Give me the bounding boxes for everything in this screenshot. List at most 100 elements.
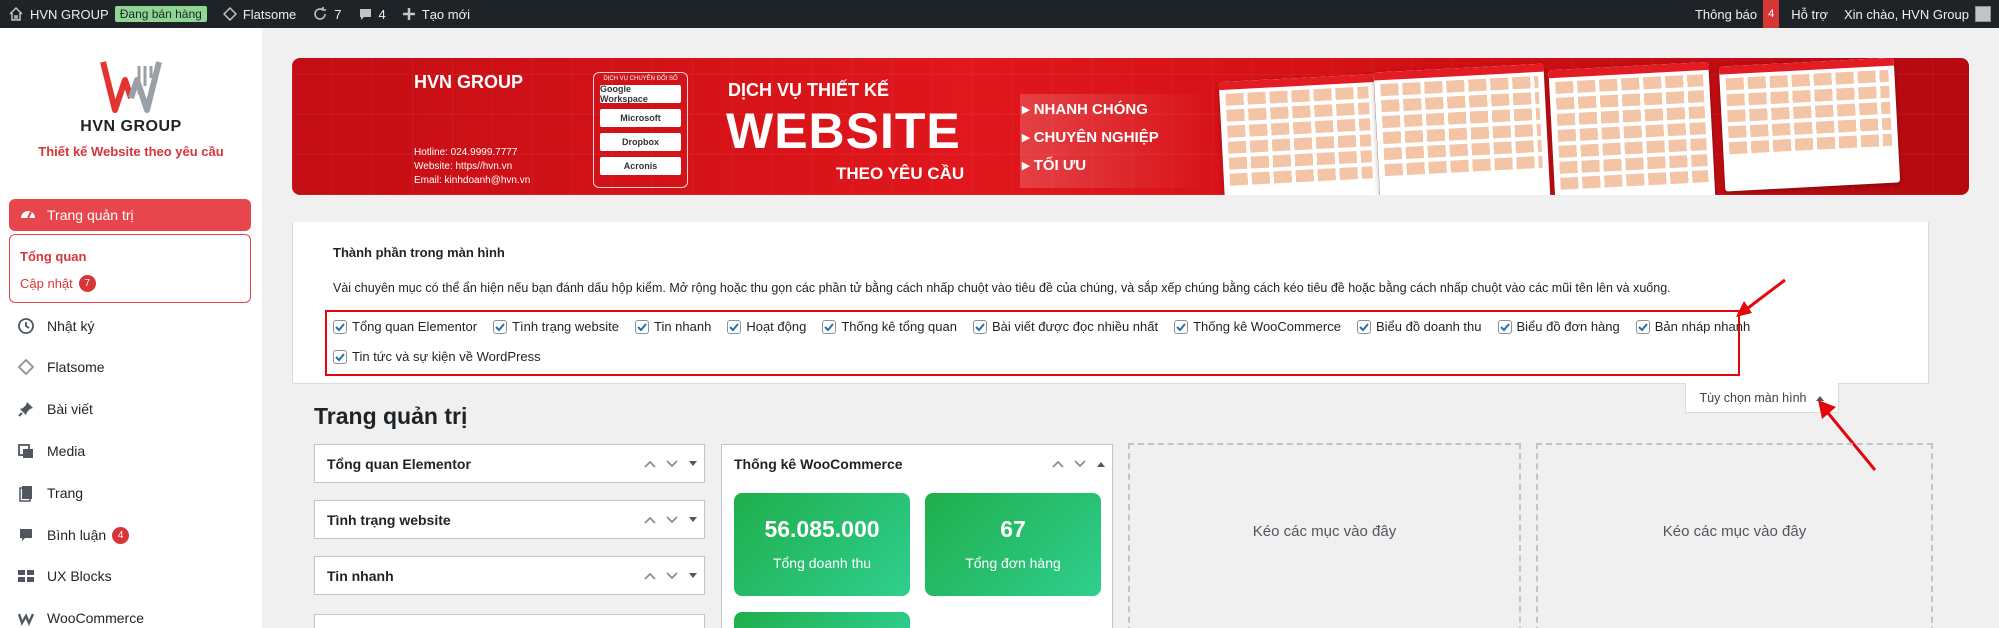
banner-brand-text: HVN GROUP bbox=[414, 72, 524, 92]
drop-zone-label: Kéo các mục vào đây bbox=[1252, 522, 1397, 540]
support-label: Hỗ trợ bbox=[1791, 6, 1828, 22]
admin-bar-account[interactable]: Xin chào, HVN Group bbox=[1836, 0, 1999, 28]
checkbox-label: Biểu đồ doanh thu bbox=[1375, 319, 1482, 334]
check-icon bbox=[824, 322, 835, 331]
sidebar-item-posts[interactable]: Bài viết bbox=[17, 394, 247, 424]
checkbox-wordpress-news[interactable]: Tin tức và sự kiện về WordPress bbox=[333, 349, 541, 364]
sidebar-item-woocommerce[interactable]: WooCommerce bbox=[17, 603, 247, 628]
sidebar-item-dashboard[interactable]: Trang quản trị bbox=[9, 199, 251, 231]
admin-bar-site[interactable]: HVN GROUP Đang bán hàng bbox=[0, 0, 215, 28]
avatar bbox=[1975, 6, 1991, 22]
logo-name: HVN GROUP bbox=[80, 118, 182, 135]
caret-down-icon[interactable] bbox=[688, 516, 698, 524]
screen-options-toggle-label: Tùy chọn màn hình bbox=[1699, 390, 1807, 405]
chevron-down-icon[interactable] bbox=[1074, 460, 1086, 468]
banner-brand: HVN GROUP bbox=[414, 72, 523, 93]
checkbox-site-health[interactable]: Tình trạng website bbox=[493, 319, 619, 334]
sidebar-item-flatsome[interactable]: Flatsome bbox=[17, 352, 247, 382]
checkbox-orders-chart[interactable]: Biểu đồ đơn hàng bbox=[1497, 319, 1620, 334]
checkbox[interactable] bbox=[333, 319, 347, 334]
check-icon bbox=[637, 322, 647, 331]
checkbox[interactable] bbox=[972, 319, 987, 334]
sidebar-item-label: Flatsome bbox=[47, 359, 105, 375]
checkbox-label: Thống kê WooCommerce bbox=[1193, 319, 1341, 334]
banner-website: Website: https//hvn.vn bbox=[414, 161, 513, 172]
checkbox-popular-posts[interactable]: Bài viết được đọc nhiều nhất bbox=[972, 319, 1159, 334]
checkbox[interactable] bbox=[493, 319, 508, 334]
check-icon bbox=[1638, 322, 1648, 331]
page-title: Trang quản trị bbox=[314, 403, 468, 429]
media-icon bbox=[18, 444, 33, 458]
sidebar-item-pages[interactable]: Trang bbox=[17, 478, 247, 508]
pin-icon bbox=[18, 402, 33, 417]
check-icon bbox=[1176, 322, 1186, 331]
logo[interactable]: HVN GROUP Thiết kế Website theo yêu cầu bbox=[0, 58, 262, 159]
page-icon bbox=[19, 486, 32, 502]
checkbox-woo-stats[interactable]: Thống kê WooCommerce bbox=[1174, 319, 1341, 334]
annotation-arrow-icon bbox=[1736, 278, 1786, 317]
drop-zone[interactable]: Kéo các mục vào đây bbox=[1128, 443, 1521, 628]
caret-down-icon[interactable] bbox=[688, 460, 698, 468]
caret-up-icon[interactable] bbox=[1096, 460, 1106, 468]
checkbox[interactable] bbox=[1497, 319, 1512, 334]
admin-bar-notifications[interactable]: Thông báo 4 bbox=[1687, 0, 1780, 28]
sidebar-item-comments[interactable]: Bình luận 4 bbox=[17, 520, 247, 550]
partner-logo: Google Workspace bbox=[600, 84, 681, 104]
admin-bar-theme[interactable]: Flatsome bbox=[215, 0, 304, 28]
postbox-handles bbox=[644, 557, 698, 595]
sidebar-item-label: UX Blocks bbox=[47, 568, 112, 584]
checkbox[interactable] bbox=[634, 319, 649, 334]
checkbox-revenue-chart[interactable]: Biểu đồ doanh thu bbox=[1356, 319, 1482, 334]
new-label: Tạo mới bbox=[421, 6, 471, 22]
screen-options-description: Vài chuyên mục có thể ẩn hiện nếu bạn đá… bbox=[333, 281, 1671, 295]
submenu-overview[interactable]: Tổng quan bbox=[20, 243, 240, 270]
admin-bar-support[interactable]: Hỗ trợ bbox=[1779, 0, 1836, 28]
checkbox[interactable] bbox=[822, 319, 837, 334]
checkbox-row: Tin tức và sự kiện về WordPress bbox=[333, 349, 541, 364]
admin-bar-new[interactable]: Tạo mới bbox=[394, 0, 478, 28]
diamond-icon bbox=[222, 7, 237, 21]
partners-title: DỊCH VỤ CHUYÊN ĐỔI SỐ bbox=[603, 76, 678, 82]
plus-icon bbox=[402, 8, 415, 20]
sidebar-item-label: Bình luận bbox=[47, 527, 107, 543]
checkbox[interactable] bbox=[1174, 319, 1189, 334]
checkbox[interactable] bbox=[1356, 319, 1371, 334]
sidebar-item-media[interactable]: Media bbox=[17, 436, 247, 466]
admin-bar-comments[interactable]: 4 bbox=[350, 0, 394, 28]
sidebar-item-ux-blocks[interactable]: UX Blocks bbox=[17, 561, 247, 591]
checkbox-overview-stats[interactable]: Thống kê tổng quan bbox=[822, 319, 957, 334]
chevron-up-icon[interactable] bbox=[644, 516, 656, 524]
check-icon bbox=[335, 322, 345, 331]
checkbox-elementor-overview[interactable]: Tổng quan Elementor bbox=[333, 319, 477, 334]
banner-service: DỊCH VỤ THIẾT KẾ bbox=[728, 80, 890, 100]
promo-banner[interactable]: HVN GROUP Hotline: 024.9999.7777 Website… bbox=[292, 58, 1969, 195]
screen-options-title: Thành phần trong màn hình bbox=[333, 245, 505, 260]
drop-zone[interactable]: Kéo các mục vào đây bbox=[1536, 443, 1933, 628]
sidebar-item-log[interactable]: Nhật ký bbox=[17, 311, 247, 341]
website-mockup bbox=[1548, 61, 1716, 195]
checkbox[interactable] bbox=[333, 349, 347, 364]
chevron-up-icon[interactable] bbox=[644, 572, 656, 580]
submenu-updates[interactable]: Cập nhật 7 bbox=[20, 270, 240, 297]
checkbox-label: Bài viết được đọc nhiều nhất bbox=[991, 319, 1159, 334]
chevron-down-icon[interactable] bbox=[666, 572, 678, 580]
check-icon bbox=[729, 322, 740, 331]
chevron-up-icon[interactable] bbox=[1052, 460, 1064, 468]
comments-count-badge: 4 bbox=[112, 526, 130, 544]
woo-icon bbox=[17, 613, 35, 626]
chevron-down-icon[interactable] bbox=[666, 516, 678, 524]
partner-logo: Dropbox bbox=[600, 133, 681, 151]
postbox-elementor-overview: Tổng quan Elementor bbox=[314, 444, 705, 483]
checkbox[interactable] bbox=[1635, 319, 1650, 334]
checkbox-quick-news[interactable]: Tin nhanh bbox=[634, 319, 711, 334]
chevron-up-icon[interactable] bbox=[644, 460, 656, 468]
notifications-label: Thông báo bbox=[1694, 6, 1758, 22]
check-icon bbox=[495, 322, 505, 331]
chevron-down-icon[interactable] bbox=[666, 460, 678, 468]
admin-bar-updates[interactable]: 7 bbox=[304, 0, 349, 28]
caret-down-icon[interactable] bbox=[688, 572, 698, 580]
checkbox-activity[interactable]: Hoạt động bbox=[727, 319, 806, 334]
partner-logo: Acronis bbox=[600, 157, 681, 175]
checkbox[interactable] bbox=[727, 319, 742, 334]
updates-count: 7 bbox=[334, 6, 342, 22]
